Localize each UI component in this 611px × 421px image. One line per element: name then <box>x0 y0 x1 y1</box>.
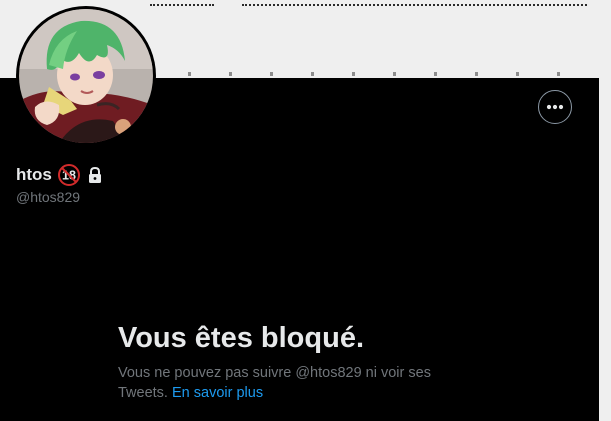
display-name: htos <box>16 165 52 184</box>
profile-avatar[interactable] <box>16 6 156 146</box>
scrollbar-track[interactable] <box>599 0 611 421</box>
blocked-message: Vous ne pouvez pas suivre @htos829 ni vo… <box>118 363 453 403</box>
more-horizontal-icon <box>546 104 564 110</box>
protected-account-lock <box>86 166 104 184</box>
banner-pattern <box>242 4 587 6</box>
no-under-18-icon: 18 <box>57 164 80 186</box>
banner-pattern <box>150 72 587 76</box>
user-handle: @htos829 <box>16 189 81 205</box>
learn-more-link[interactable]: En savoir plus <box>172 385 263 401</box>
banner-pattern <box>150 4 214 6</box>
profile-name-row: htos 18 <box>16 163 104 187</box>
more-options-button[interactable] <box>538 90 572 124</box>
blocked-message-text: Vous ne pouvez pas suivre @htos829 ni vo… <box>118 365 431 401</box>
blocked-title: Vous êtes bloqué. <box>118 322 365 354</box>
lock-icon <box>88 166 101 183</box>
age-restriction-badge: 18 <box>57 163 81 187</box>
avatar-image <box>19 9 153 143</box>
